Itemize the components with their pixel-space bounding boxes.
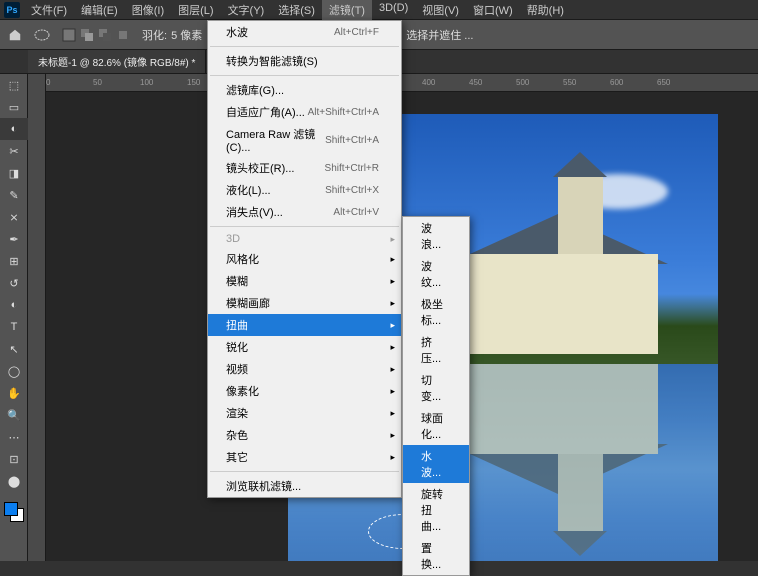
menu-item-自适应广角[interactable]: 自适应广角(A)...Alt+Shift+Ctrl+A <box>208 101 401 123</box>
ruler-tick: 600 <box>610 78 623 87</box>
tool-15[interactable]: 🔍 <box>0 404 28 426</box>
menu-item-水波[interactable]: 水波Alt+Ctrl+F <box>208 21 401 43</box>
tool-11[interactable]: T <box>0 316 28 338</box>
tool-18[interactable]: ⬤ <box>0 470 28 492</box>
menu-item-其它[interactable]: 其它 <box>208 446 401 468</box>
submenu-item-极坐标[interactable]: 极坐标... <box>403 293 469 331</box>
menu-item-转换为智能滤镜[interactable]: 转换为智能滤镜(S) <box>208 50 401 72</box>
submenu-item-波纹[interactable]: 波纹... <box>403 255 469 293</box>
menu-文字[interactable]: 文字(Y) <box>221 0 272 21</box>
select-mask-button[interactable]: 选择并遮住 ... <box>406 27 473 43</box>
tool-10[interactable]: ◐ <box>0 294 28 316</box>
ruler-tick: 50 <box>93 78 102 87</box>
mode-buttons[interactable] <box>62 28 130 42</box>
marquee-tool-icon[interactable] <box>34 29 50 41</box>
filter-menu-dropdown: 水波Alt+Ctrl+F 转换为智能滤镜(S) 滤镜库(G)...自适应广角(A).… <box>207 20 402 498</box>
menu-图层[interactable]: 图层(L) <box>171 0 220 21</box>
tool-1[interactable]: ▭ <box>0 96 28 118</box>
menu-bar: 文件(F)编辑(E)图像(I)图层(L)文字(Y)选择(S)滤镜(T)3D(D)… <box>24 0 571 21</box>
ruler-tick: 650 <box>657 78 670 87</box>
submenu-item-置换[interactable]: 置换... <box>403 537 469 575</box>
submenu-item-挤压[interactable]: 挤压... <box>403 331 469 369</box>
ruler-vertical <box>28 74 46 561</box>
home-icon[interactable] <box>8 28 22 42</box>
menu-滤镜[interactable]: 滤镜(T) <box>322 0 372 21</box>
ruler-tick: 100 <box>140 78 153 87</box>
document-tab[interactable]: 未标题-1 @ 82.6% (镜像 RGB/8#) * <box>28 50 206 73</box>
menu-item-像素化[interactable]: 像素化 <box>208 380 401 402</box>
ruler-horizontal: 050100150200250300350400450500550600650 <box>46 74 758 92</box>
tool-2[interactable]: ◐ <box>0 118 28 140</box>
ruler-tick: 550 <box>563 78 576 87</box>
tool-13[interactable]: ◯ <box>0 360 28 382</box>
title-bar: Ps 文件(F)编辑(E)图像(I)图层(L)文字(Y)选择(S)滤镜(T)3D… <box>0 0 758 20</box>
submenu-item-切变[interactable]: 切变... <box>403 369 469 407</box>
feather-label: 羽化: <box>142 27 167 43</box>
tool-6[interactable]: ⨯ <box>0 206 28 228</box>
menu-视图[interactable]: 视图(V) <box>415 0 466 21</box>
menu-item-视频[interactable]: 视频 <box>208 358 401 380</box>
menu-item-渲染[interactable]: 渲染 <box>208 402 401 424</box>
ruler-tick: 150 <box>187 78 200 87</box>
ruler-tick: 0 <box>46 78 50 87</box>
ruler-tick: 400 <box>422 78 435 87</box>
menu-item-杂色[interactable]: 杂色 <box>208 424 401 446</box>
submenu-item-旋转扭曲[interactable]: 旋转扭曲... <box>403 483 469 537</box>
tool-7[interactable]: ✒ <box>0 228 28 250</box>
feather-value[interactable]: 5 像素 <box>171 27 202 43</box>
tools-panel: ⬚▭◐✂◨✎⨯✒⊞↺◐T↖◯✋🔍⋯⊡⬤ <box>0 74 28 561</box>
submenu-item-波浪[interactable]: 波浪... <box>403 217 469 255</box>
menu-item-液化[interactable]: 液化(L)...Shift+Ctrl+X <box>208 179 401 201</box>
tool-12[interactable]: ↖ <box>0 338 28 360</box>
menu-3D[interactable]: 3D(D) <box>372 0 415 21</box>
menu-item-模糊画廊[interactable]: 模糊画廊 <box>208 292 401 314</box>
app-logo: Ps <box>4 2 20 18</box>
color-swatches[interactable] <box>0 500 28 528</box>
menu-item-模糊[interactable]: 模糊 <box>208 270 401 292</box>
submenu-item-水波[interactable]: 水波... <box>403 445 469 483</box>
distort-submenu-dropdown: 波浪...波纹...极坐标...挤压...切变...球面化...水波...旋转扭… <box>402 216 470 576</box>
tool-8[interactable]: ⊞ <box>0 250 28 272</box>
tool-14[interactable]: ✋ <box>0 382 28 404</box>
menu-选择[interactable]: 选择(S) <box>271 0 322 21</box>
menu-item-扭曲[interactable]: 扭曲 <box>208 314 401 336</box>
menu-item-Camera Raw 滤镜[interactable]: Camera Raw 滤镜(C)...Shift+Ctrl+A <box>208 123 401 157</box>
tool-17[interactable]: ⊡ <box>0 448 28 470</box>
tool-3[interactable]: ✂ <box>0 140 28 162</box>
ruler-tick: 450 <box>469 78 482 87</box>
ruler-tick: 500 <box>516 78 529 87</box>
menu-item-浏览联机滤镜[interactable]: 浏览联机滤镜... <box>208 475 401 497</box>
tool-0[interactable]: ⬚ <box>0 74 28 96</box>
submenu-item-球面化[interactable]: 球面化... <box>403 407 469 445</box>
menu-编辑[interactable]: 编辑(E) <box>74 0 125 21</box>
tool-16[interactable]: ⋯ <box>0 426 28 448</box>
tool-9[interactable]: ↺ <box>0 272 28 294</box>
menu-item-镜头校正[interactable]: 镜头校正(R)...Shift+Ctrl+R <box>208 157 401 179</box>
menu-item-锐化[interactable]: 锐化 <box>208 336 401 358</box>
menu-item-滤镜库[interactable]: 滤镜库(G)... <box>208 79 401 101</box>
menu-item-消失点[interactable]: 消失点(V)...Alt+Ctrl+V <box>208 201 401 223</box>
menu-窗口[interactable]: 窗口(W) <box>466 0 520 21</box>
menu-图像[interactable]: 图像(I) <box>125 0 171 21</box>
menu-item-3D: 3D <box>208 230 401 248</box>
tool-5[interactable]: ✎ <box>0 184 28 206</box>
tool-4[interactable]: ◨ <box>0 162 28 184</box>
menu-文件[interactable]: 文件(F) <box>24 0 74 21</box>
menu-item-风格化[interactable]: 风格化 <box>208 248 401 270</box>
menu-帮助[interactable]: 帮助(H) <box>520 0 571 21</box>
